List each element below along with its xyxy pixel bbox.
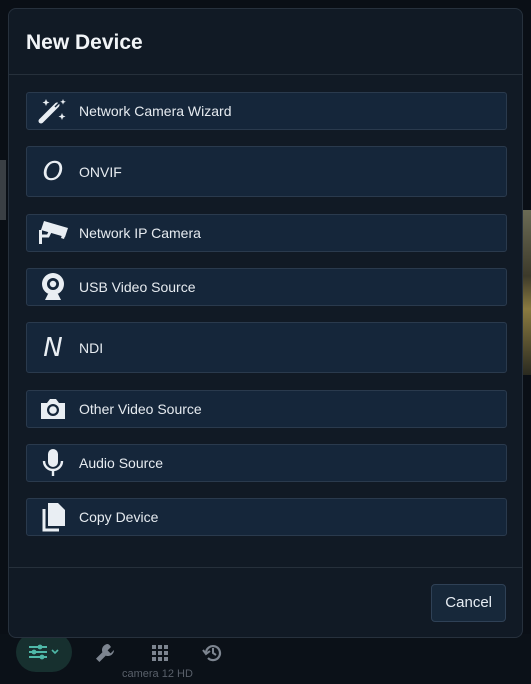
background-toolbar: camera 12 HD [0,632,531,684]
option-usb-video-source[interactable]: USB Video Source [26,268,507,306]
option-network-ip-camera[interactable]: Network IP Camera [26,214,507,252]
cctv-camera-icon [27,215,79,251]
option-label: Copy Device [79,509,159,525]
wrench-icon[interactable] [90,638,120,668]
option-label: NDI [79,339,104,356]
footer-divider [9,567,522,568]
option-ndi[interactable]: N NDI [26,322,507,373]
option-label: ONVIF [79,163,122,180]
background-video-tile-left [0,160,6,220]
option-network-camera-wizard[interactable]: Network Camera Wizard [26,92,507,130]
option-copy-device[interactable]: Copy Device [26,498,507,536]
webcam-icon [27,269,79,305]
option-label: USB Video Source [79,279,196,295]
option-label: Other Video Source [79,401,202,417]
history-icon[interactable] [198,638,228,668]
cancel-button[interactable]: Cancel [431,584,506,622]
grid-icon[interactable] [145,638,175,668]
option-label: Network Camera Wizard [79,103,232,119]
option-label: Audio Source [79,455,164,471]
sliders-icon[interactable] [16,632,72,672]
option-other-video-source[interactable]: Other Video Source [26,390,507,428]
option-onvif[interactable]: O ONVIF [26,146,507,197]
microphone-icon [27,445,79,481]
new-device-dialog: New Device Network Camera Wizard O ONVIF… [8,8,523,638]
option-audio-source[interactable]: Audio Source [26,444,507,482]
background-caption: camera 12 HD [122,668,193,680]
ndi-glyph: N [43,332,63,363]
magic-wand-icon [27,93,79,129]
ndi-letter-icon: N [27,323,79,372]
onvif-letter-icon: O [27,147,79,196]
option-label: Network IP Camera [79,225,201,241]
copy-icon [27,499,79,535]
header-divider [9,74,522,75]
onvif-glyph: O [42,156,64,187]
dialog-title: New Device [26,31,143,54]
camera-icon [27,391,79,427]
